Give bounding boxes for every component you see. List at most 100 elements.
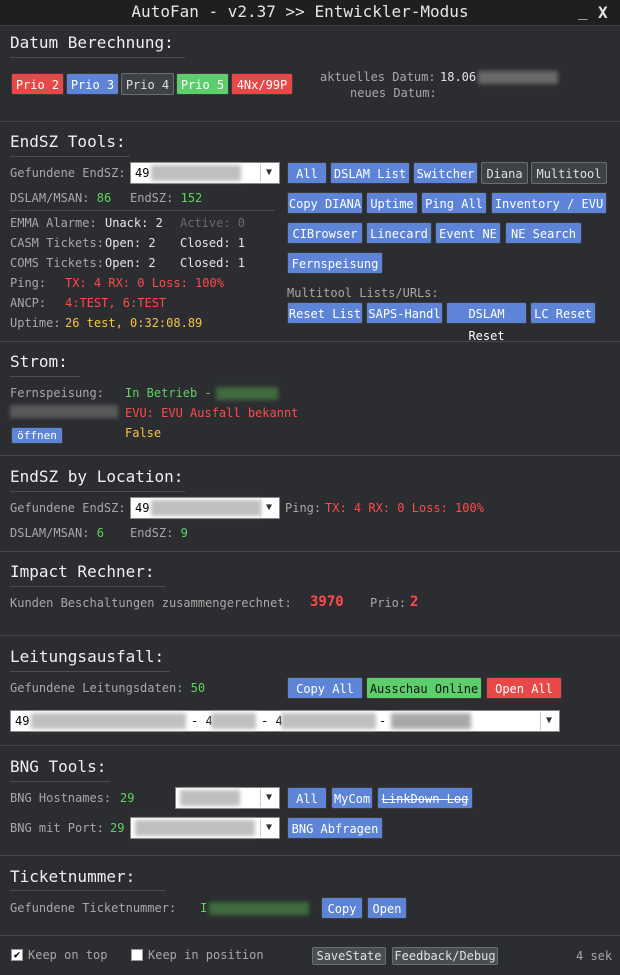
- endsz-combo[interactable]: 49 ▼: [130, 162, 280, 184]
- linkdown-log-button[interactable]: LinkDown Log: [377, 787, 473, 809]
- chevron-down-icon: ▼: [260, 164, 277, 182]
- ticket-open-button[interactable]: Open: [367, 897, 407, 919]
- separator: [0, 745, 620, 746]
- chevron-down-icon: ▼: [260, 789, 277, 807]
- location-underline: [10, 491, 185, 492]
- oeffnen-button[interactable]: öffnen: [11, 427, 63, 444]
- bng-hostnames-value: 29: [120, 791, 135, 805]
- leitung-combo[interactable]: 49 - 4 - 4 - ▼: [10, 710, 560, 732]
- diana-button[interactable]: Diana: [481, 162, 528, 184]
- separator: [0, 935, 620, 936]
- strom-header: Strom:: [10, 352, 68, 371]
- fernspeisung-button[interactable]: Fernspeisung: [287, 252, 383, 274]
- ping-label: Ping:: [10, 276, 47, 290]
- prio5-button[interactable]: Prio 5: [176, 73, 229, 95]
- location-header: EndSZ by Location:: [10, 467, 184, 486]
- bng-underline: [10, 781, 110, 782]
- minimize-button[interactable]: _: [578, 1, 588, 20]
- separator: [0, 551, 620, 552]
- coms-label: COMS Tickets:: [10, 256, 104, 270]
- endsz-divider: [10, 210, 275, 211]
- cibrowser-button[interactable]: CIBrowser: [287, 222, 363, 244]
- bng-header: BNG Tools:: [10, 757, 107, 776]
- dslam-msan-value: 86: [96, 191, 112, 205]
- ne-search-button[interactable]: NE Search: [505, 222, 582, 244]
- linecard-button[interactable]: Linecard: [366, 222, 432, 244]
- aktuelles-datum-value: 18.06: [440, 70, 559, 84]
- bng-hostnames-label: BNG Hostnames:: [10, 791, 112, 805]
- prio3-button[interactable]: Prio 3: [66, 73, 119, 95]
- ticket-underline: [10, 890, 165, 891]
- datum-header: Datum Berechnung:: [10, 33, 174, 52]
- emma-active: Active: 0: [180, 216, 246, 230]
- false-value: False: [125, 426, 162, 440]
- keep-on-top-checkbox[interactable]: ✔: [11, 949, 23, 961]
- keep-on-top-label: Keep on top: [28, 948, 108, 962]
- casm-closed: Closed: 1: [180, 236, 246, 250]
- ausschau-online-button[interactable]: Ausschau Online: [366, 677, 482, 699]
- copy-diana-button[interactable]: Copy DIANA: [287, 192, 363, 214]
- impact-underline: [10, 586, 165, 587]
- all-button[interactable]: All: [287, 162, 327, 184]
- bng-port-combo[interactable]: ▼: [130, 817, 280, 839]
- leitungsdaten-value: 50: [190, 681, 206, 695]
- uptime-button[interactable]: Uptime: [366, 192, 418, 214]
- prio2-button[interactable]: Prio 2: [11, 73, 64, 95]
- saps-handl-button[interactable]: SAPS-Handl: [366, 302, 443, 324]
- ping-all-button[interactable]: Ping All: [421, 192, 487, 214]
- lc-reset-button[interactable]: LC Reset: [530, 302, 596, 324]
- evu-status: EVU: EVU Ausfall bekannt: [125, 406, 299, 420]
- mycom-button[interactable]: MyCom: [331, 787, 373, 809]
- feedback-debug-button[interactable]: Feedback/Debug: [392, 947, 498, 965]
- strom-blurred-label: [10, 404, 118, 418]
- coms-open: Open: 2: [105, 256, 156, 270]
- reset-list-button[interactable]: Reset List: [287, 302, 363, 324]
- copy-all-button[interactable]: Copy All: [287, 677, 363, 699]
- title-bar[interactable]: AutoFan - v2.37 >> Entwickler-Modus _ X: [0, 0, 620, 26]
- check-icon: ✔: [13, 948, 21, 961]
- ticket-header: Ticketnummer:: [10, 867, 136, 886]
- endsz-header: EndSZ Tools:: [10, 132, 126, 151]
- close-button[interactable]: X: [598, 3, 608, 22]
- keep-in-position-label: Keep in position: [148, 948, 264, 962]
- kunden-label: Kunden Beschaltungen zusammengerechnet:: [10, 596, 292, 610]
- bng-abfragen-button[interactable]: BNG Abfragen: [287, 817, 383, 839]
- emma-label: EMMA Alarme:: [10, 216, 97, 230]
- prio4-button[interactable]: Prio 4: [121, 73, 174, 95]
- strom-underline: [10, 376, 80, 377]
- separator: [0, 855, 620, 856]
- savestate-button[interactable]: SaveState: [312, 947, 386, 965]
- 4nx99p-button[interactable]: 4Nx/99P: [231, 73, 293, 95]
- location-gefundene-label: Gefundene EndSZ:: [10, 501, 126, 515]
- ancp-label: ANCP:: [10, 296, 47, 310]
- gefundene-endsz-label: Gefundene EndSZ:: [10, 166, 126, 180]
- chevron-down-icon: ▼: [260, 499, 277, 517]
- ticket-copy-button[interactable]: Copy: [321, 897, 363, 919]
- ping-value: TX: 4 RX: 0 Loss: 100%: [65, 276, 224, 290]
- inventory-evu-button[interactable]: Inventory / EVU: [491, 192, 607, 214]
- fernspeisung-label: Fernspeisung:: [10, 386, 104, 400]
- leitungsdaten-label: Gefundene Leitungsdaten: 50: [10, 681, 206, 695]
- datum-underline: [10, 57, 185, 58]
- separator: [0, 341, 620, 342]
- timer-label: 4 sek: [576, 949, 613, 963]
- keep-in-position-checkbox[interactable]: [131, 949, 143, 961]
- neues-datum-label: neues Datum:: [350, 86, 437, 100]
- fernspeisung-value: In Betrieb -: [125, 386, 278, 400]
- open-all-button[interactable]: Open All: [486, 677, 562, 699]
- impact-header: Impact Rechner:: [10, 562, 155, 581]
- ancp-value: 4:TEST, 6:TEST: [65, 296, 167, 310]
- multitool-button[interactable]: Multitool: [531, 162, 607, 184]
- leitung-underline: [10, 671, 170, 672]
- endsz-count-label: EndSZ: 152: [130, 191, 203, 205]
- bng-hostnames-combo[interactable]: ▼: [175, 787, 280, 809]
- switcher-button[interactable]: Switcher: [413, 162, 478, 184]
- event-ne-button[interactable]: Event NE: [435, 222, 501, 244]
- location-endsz-combo[interactable]: 49 ▼: [130, 497, 280, 519]
- dslam-reset-button[interactable]: DSLAM Reset: [446, 302, 527, 343]
- separator: [0, 455, 620, 456]
- window-title: AutoFan - v2.37 >> Entwickler-Modus: [131, 2, 469, 21]
- impact-prio-label: Prio:: [370, 596, 407, 610]
- bng-all-button[interactable]: All: [287, 787, 327, 809]
- dslam-list-button[interactable]: DSLAM List: [330, 162, 410, 184]
